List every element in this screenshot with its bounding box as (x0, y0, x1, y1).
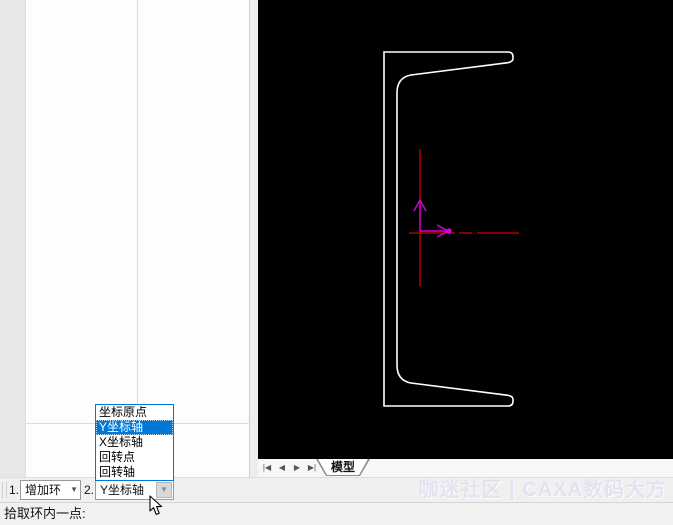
status-bar: 拾取环内一点: (0, 502, 673, 525)
drawing-svg (383, 51, 519, 407)
dropdown-item[interactable]: Y坐标轴 (96, 420, 173, 435)
dropdown-item[interactable]: 回转点 (96, 450, 173, 465)
dropdown-item[interactable]: 坐标原点 (96, 405, 173, 420)
centerlines (409, 149, 519, 286)
loop-mode-value: 增加环 (25, 483, 62, 497)
status-prompt: 拾取环内一点: (4, 506, 86, 521)
panel-divider-vertical (137, 0, 138, 423)
field2-label: 2. (84, 483, 95, 497)
toolbar-grip[interactable] (2, 482, 7, 498)
left-rail (0, 0, 26, 477)
dropdown-item[interactable]: X坐标轴 (96, 435, 173, 450)
loop-mode-combobox[interactable]: 增加环 ▼ (20, 480, 81, 500)
axis-value: Y坐标轴 (100, 483, 145, 497)
chevron-down-icon[interactable]: ▼ (156, 482, 172, 498)
chevron-down-icon[interactable]: ▼ (70, 481, 78, 499)
watermark-text: 咖迷社区 | CAXA数码大方 (418, 479, 667, 501)
axis-dropdown-list: 坐标原点 Y坐标轴 X坐标轴 回转点 回转轴 (95, 404, 174, 481)
drawing-canvas[interactable] (258, 0, 673, 459)
tab-model-label: 模型 (317, 459, 369, 475)
sheet-tabbar: |◀ ◀ ▶ ▶| 模型 (258, 459, 673, 477)
app-window: |◀ ◀ ▶ ▶| 模型 1. 增加环 ▼ 2. Y坐标轴 ▼ 咖迷社区 | C… (0, 0, 673, 525)
first-sheet-icon[interactable]: |◀ (260, 459, 274, 477)
tab-model[interactable]: 模型 (316, 459, 370, 476)
axis-combobox[interactable]: Y坐标轴 ▼ (95, 480, 174, 500)
next-sheet-icon[interactable]: ▶ (290, 459, 304, 477)
field1-label: 1. (9, 483, 20, 497)
prev-sheet-icon[interactable]: ◀ (275, 459, 289, 477)
dropdown-item[interactable]: 回转轴 (96, 465, 173, 480)
last-sheet-icon[interactable]: ▶| (305, 459, 319, 477)
